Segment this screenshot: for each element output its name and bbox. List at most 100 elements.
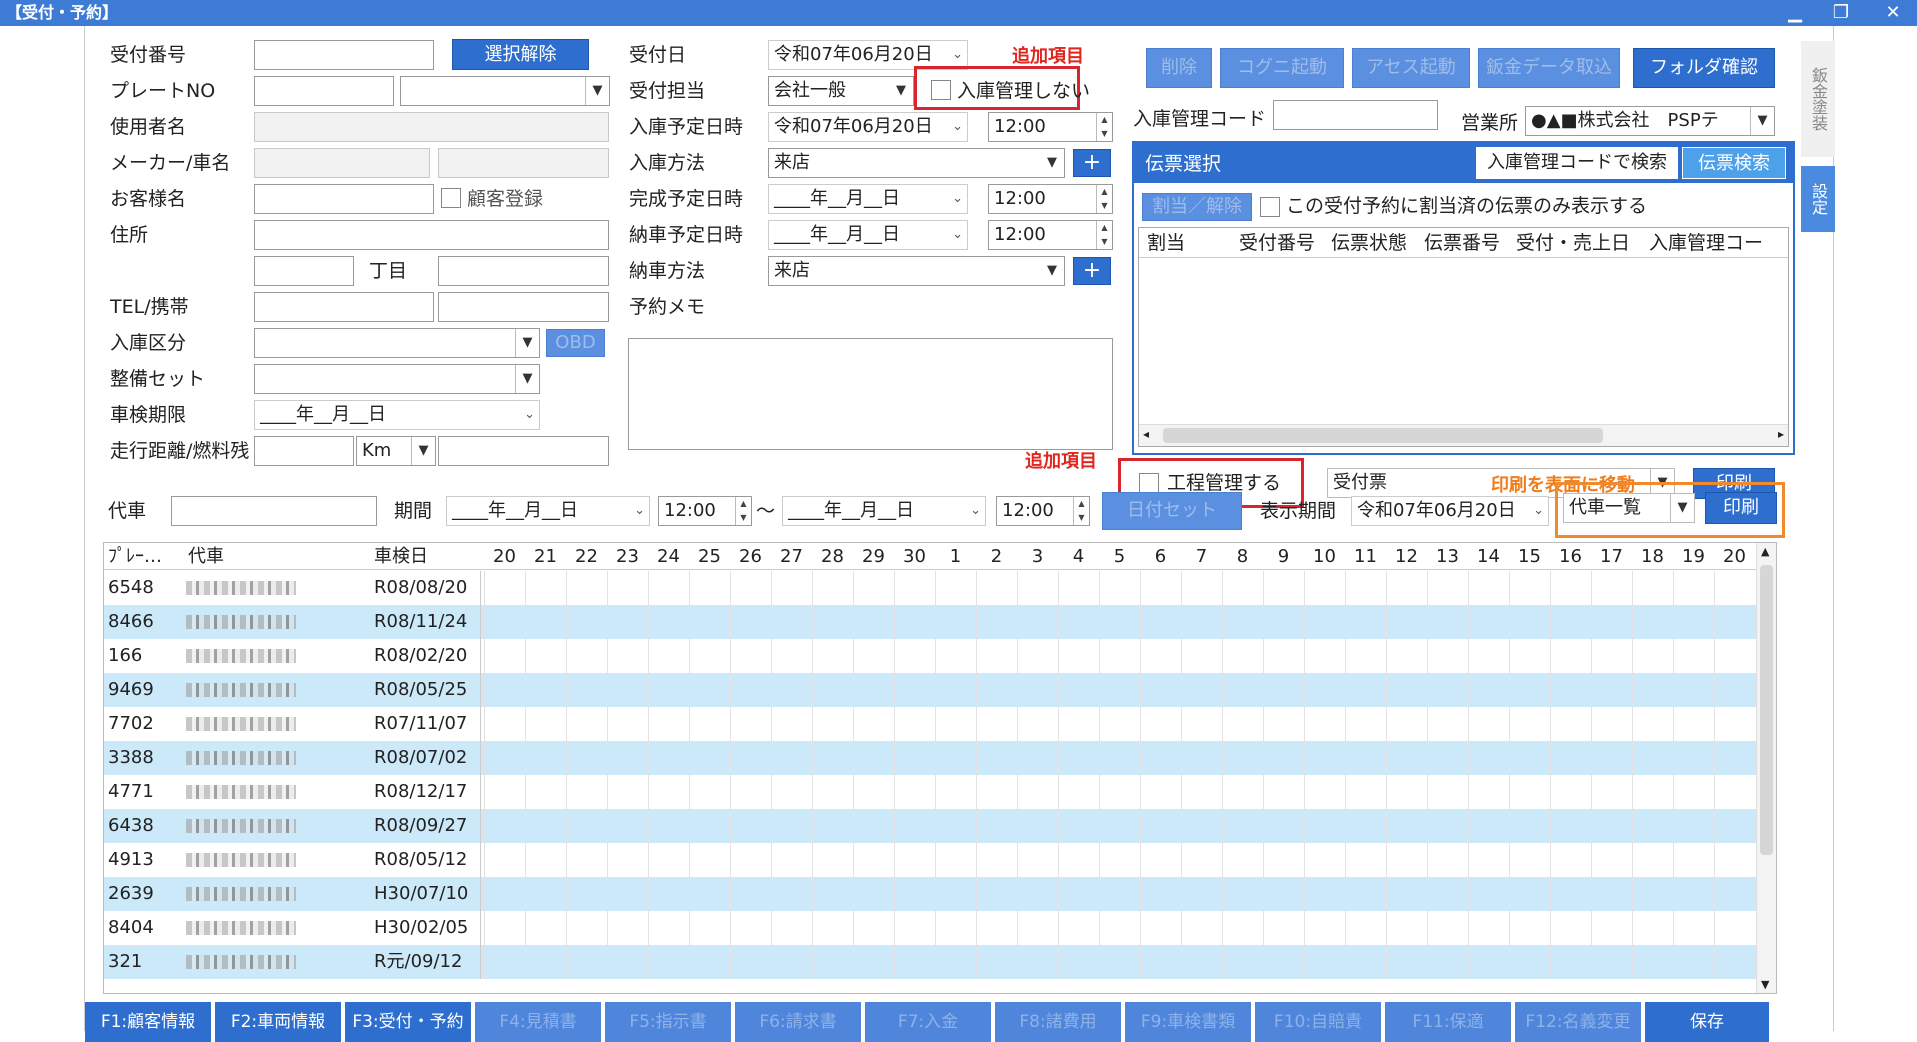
- tab-settings[interactable]: 設定: [1801, 166, 1835, 232]
- period-to-date[interactable]: ____年__月__日 ⌄: [782, 496, 986, 526]
- fkey-11-button[interactable]: F11:保適: [1385, 1002, 1513, 1042]
- table-row[interactable]: 7702 R07/11/07: [104, 707, 1758, 741]
- table-row[interactable]: 9469 R08/05/25: [104, 673, 1758, 707]
- process-manage-checkbox[interactable]: [1139, 473, 1159, 493]
- period-from-date[interactable]: ____年__月__日 ⌄: [446, 496, 650, 526]
- restore-icon[interactable]: ❐: [1826, 0, 1856, 26]
- nyuko-code-input[interactable]: [1273, 100, 1438, 130]
- denpyo-search-button[interactable]: 伝票検索: [1682, 147, 1786, 179]
- folder-check-button[interactable]: フォルダ確認: [1633, 48, 1775, 88]
- uketsuke-no-input[interactable]: [254, 40, 434, 70]
- fkey-9-button[interactable]: F9:車検書類: [1125, 1002, 1253, 1042]
- table-row[interactable]: 8466 R08/11/24: [104, 605, 1758, 639]
- plate-cell: 2639: [108, 883, 154, 904]
- assign-toggle-button[interactable]: 割当／解除: [1142, 193, 1252, 221]
- nosha-time-input[interactable]: 12:00 ▲ ▼: [988, 220, 1113, 250]
- date-set-button[interactable]: 日付セット: [1102, 492, 1242, 530]
- minimize-icon[interactable]: ▁: [1780, 0, 1810, 26]
- memo-textarea[interactable]: [628, 338, 1113, 450]
- table-row[interactable]: 166 R08/02/20: [104, 639, 1758, 673]
- delete-button[interactable]: 削除: [1146, 48, 1212, 88]
- nyuko-yotei-date[interactable]: 令和07年06月20日 ⌄: [768, 112, 968, 142]
- customer-register-checkbox[interactable]: [441, 188, 461, 208]
- period-to-time[interactable]: 12:00 ▲ ▼: [996, 496, 1090, 526]
- kansei-time-input[interactable]: 12:00 ▲ ▼: [988, 184, 1113, 214]
- spinner-icon[interactable]: ▲ ▼: [1096, 221, 1112, 249]
- tanto-select[interactable]: 会社一般 ▼: [768, 76, 914, 106]
- daisha-list-select[interactable]: 代車一覧 ▼: [1563, 493, 1695, 523]
- day-header: 17: [1600, 546, 1623, 567]
- nyuko-hoho-select[interactable]: 来店 ▼: [768, 148, 1065, 178]
- table-row[interactable]: 3388 R08/07/02: [104, 741, 1758, 775]
- shaken-kigen-date[interactable]: ____年__月__日 ⌄: [254, 400, 540, 430]
- table-row[interactable]: 4913 R08/05/12: [104, 843, 1758, 877]
- period-from-time[interactable]: 12:00 ▲ ▼: [658, 496, 752, 526]
- plate-no-input[interactable]: [254, 76, 394, 106]
- spinner-icon[interactable]: ▲ ▼: [1096, 113, 1112, 141]
- add-nyuko-hoho-button[interactable]: +: [1073, 149, 1111, 177]
- nosha-date[interactable]: ____年__月__日 ⌄: [768, 220, 968, 250]
- col-uketsuke-no: 受付番号: [1239, 232, 1316, 254]
- nyuko-time-input[interactable]: 12:00 ▲ ▼: [988, 112, 1113, 142]
- fkey-8-button[interactable]: F8:諸費用: [995, 1002, 1123, 1042]
- office-select[interactable]: ●▲■株式会社 PSPテ ▼: [1525, 106, 1775, 136]
- day-cell-line: [1714, 911, 1715, 945]
- mileage-input[interactable]: [254, 436, 354, 466]
- spinner-icon[interactable]: ▲ ▼: [735, 497, 751, 525]
- table-row[interactable]: 2639 H30/07/10: [104, 877, 1758, 911]
- search-by-code-button[interactable]: 入庫管理コードで検索: [1476, 147, 1678, 179]
- only-assigned-checkbox[interactable]: [1260, 197, 1280, 217]
- label-nyuko-code: 入庫管理コード: [1133, 108, 1267, 130]
- fkey-10-button[interactable]: F10:自賠責: [1255, 1002, 1383, 1042]
- fkey-7-button[interactable]: F7:入金: [865, 1002, 993, 1042]
- table-row[interactable]: 321 R元/09/12: [104, 945, 1758, 979]
- fkey-6-button[interactable]: F6:請求書: [735, 1002, 863, 1042]
- save-button[interactable]: 保存: [1645, 1002, 1771, 1042]
- nosha-hoho-select[interactable]: 来店 ▼: [768, 256, 1065, 286]
- cogni-button[interactable]: コグニ起動: [1220, 48, 1344, 88]
- nyuko-kubun-select[interactable]: ▼: [254, 328, 540, 358]
- add-nosha-hoho-button[interactable]: +: [1073, 257, 1111, 285]
- seibi-set-select[interactable]: ▼: [254, 364, 540, 394]
- import-button[interactable]: 鈑金データ取込: [1478, 48, 1620, 88]
- no-manage-checkbox[interactable]: [931, 80, 951, 100]
- scrollbar-thumb[interactable]: [1163, 428, 1603, 443]
- horizontal-scrollbar[interactable]: ◂ ▸: [1139, 424, 1788, 446]
- scroll-up-icon[interactable]: ▲: [1761, 545, 1769, 558]
- tel-input[interactable]: [254, 292, 434, 322]
- unit-select[interactable]: Km ▼: [356, 436, 436, 466]
- fkey-12-button[interactable]: F12:名義変更: [1515, 1002, 1643, 1042]
- obd-button[interactable]: OBD: [546, 329, 605, 357]
- customer-input[interactable]: [254, 184, 434, 214]
- close-icon[interactable]: ✕: [1878, 0, 1908, 26]
- tab-bankin[interactable]: 鈑金塗装: [1801, 41, 1835, 157]
- fkey-5-button[interactable]: F5:指示書: [605, 1002, 733, 1042]
- clear-selection-button[interactable]: 選択解除: [452, 39, 589, 70]
- spinner-icon[interactable]: ▲ ▼: [1073, 497, 1089, 525]
- fkey-3-button[interactable]: F3:受付・予約: [345, 1002, 473, 1042]
- vertical-scrollbar-thumb[interactable]: [1760, 565, 1773, 855]
- fkey-2-button[interactable]: F2:車両情報: [215, 1002, 343, 1042]
- table-row[interactable]: 8404 H30/02/05: [104, 911, 1758, 945]
- spinner-icon[interactable]: ▲ ▼: [1096, 185, 1112, 213]
- mobile-input[interactable]: [438, 292, 609, 322]
- asses-button[interactable]: アセス起動: [1352, 48, 1470, 88]
- address2-input[interactable]: [254, 256, 354, 286]
- scroll-right-icon[interactable]: ▸: [1778, 427, 1784, 441]
- daisha-input[interactable]: [171, 496, 377, 526]
- kansei-date[interactable]: ____年__月__日 ⌄: [768, 184, 968, 214]
- vertical-scrollbar[interactable]: ▲ ▼: [1756, 543, 1776, 993]
- fkey-1-button[interactable]: F1:顧客情報: [85, 1002, 213, 1042]
- scroll-left-icon[interactable]: ◂: [1143, 427, 1149, 441]
- table-row[interactable]: 4771 R08/12/17: [104, 775, 1758, 809]
- address-input[interactable]: [254, 220, 609, 250]
- table-row[interactable]: 6548 R08/08/20: [104, 571, 1758, 605]
- scroll-down-icon[interactable]: ▼: [1761, 978, 1769, 991]
- plate-select[interactable]: ▼: [400, 76, 610, 106]
- table-row[interactable]: 6438 R08/09/27: [104, 809, 1758, 843]
- fuel-input[interactable]: [438, 436, 609, 466]
- chome-input[interactable]: [438, 256, 609, 286]
- daisha-print-button[interactable]: 印刷: [1705, 492, 1777, 524]
- fkey-4-button[interactable]: F4:見積書: [475, 1002, 603, 1042]
- disp-period-date[interactable]: 令和07年06月20日 ⌄: [1351, 496, 1549, 526]
